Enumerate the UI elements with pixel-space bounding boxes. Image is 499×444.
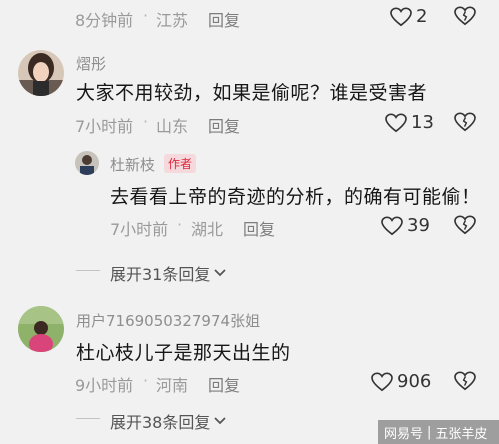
dislike-button[interactable] [454, 371, 476, 391]
avatar[interactable] [75, 151, 99, 175]
avatar[interactable] [18, 50, 64, 96]
heart-icon [371, 372, 393, 391]
comment-username[interactable]: 熠彤 [76, 53, 106, 74]
watermark-account: 五张羊皮 [435, 426, 488, 442]
like-button[interactable]: 906 [371, 371, 431, 392]
reply-button[interactable]: 回复 [208, 113, 240, 137]
dislike-heart-icon [454, 371, 476, 391]
dislike-heart-icon [454, 112, 476, 132]
like-button[interactable]: 13 [385, 112, 434, 133]
author-badge: 作者 [164, 154, 197, 173]
reply-button[interactable]: 回复 [243, 216, 275, 240]
heart-icon [381, 216, 403, 235]
expand-divider [76, 270, 100, 271]
like-button[interactable]: 39 [381, 215, 430, 236]
avatar[interactable] [18, 306, 64, 352]
dislike-button[interactable] [454, 6, 476, 26]
like-count: 13 [411, 112, 434, 133]
expand-replies-button[interactable]: 展开38条回复 [110, 409, 227, 433]
avatar-image [75, 151, 99, 175]
separator-dot: · [177, 215, 183, 234]
reply-button[interactable]: 回复 [208, 7, 240, 31]
dislike-heart-icon [454, 215, 476, 235]
heart-icon [390, 7, 412, 26]
separator-dot: · [143, 112, 149, 131]
avatar-image [18, 50, 64, 96]
watermark-separator: | [427, 424, 432, 440]
comment-location: 山东 [156, 117, 189, 136]
separator-dot: · [143, 371, 149, 390]
comment-location: 江苏 [156, 11, 189, 30]
watermark-brand: 网易号 [384, 426, 424, 442]
reply-location: 湖北 [191, 220, 224, 239]
like-button[interactable]: 2 [390, 6, 427, 27]
expand-replies-label: 展开31条回复 [110, 265, 211, 284]
comment-time: 9小时前 [75, 376, 134, 395]
comment-location: 河南 [156, 376, 189, 395]
like-count: 906 [397, 371, 432, 392]
dislike-heart-icon [454, 6, 476, 26]
comment-username[interactable]: 用户7169050327974张姐 [76, 310, 260, 331]
watermark: 网易号 | 五张羊皮 [378, 420, 499, 444]
expand-divider [76, 418, 100, 419]
comment-text: 大家不用较劲，如果是偷呢？谁是受害者 [76, 82, 428, 104]
comment-time: 8分钟前 [75, 11, 134, 30]
chevron-down-icon [214, 417, 227, 425]
comment-text: 杜心枝儿子是那天出生的 [76, 342, 291, 364]
dislike-button[interactable] [454, 215, 476, 235]
like-count: 2 [416, 6, 428, 27]
avatar-image [18, 306, 64, 352]
like-count: 39 [407, 215, 430, 236]
expand-replies-button[interactable]: 展开31条回复 [110, 261, 227, 285]
reply-button[interactable]: 回复 [208, 372, 240, 396]
expand-replies-label: 展开38条回复 [110, 413, 211, 432]
heart-icon [385, 113, 407, 132]
reply-text: 去看看上帝的奇迹的分析，的确有可能偷！ [110, 186, 481, 208]
reply-username[interactable]: 杜新枝 [110, 154, 155, 175]
dislike-button[interactable] [454, 112, 476, 132]
separator-dot: · [143, 6, 149, 25]
reply-time: 7小时前 [110, 220, 169, 239]
chevron-down-icon [214, 269, 227, 277]
comment-time: 7小时前 [75, 117, 134, 136]
